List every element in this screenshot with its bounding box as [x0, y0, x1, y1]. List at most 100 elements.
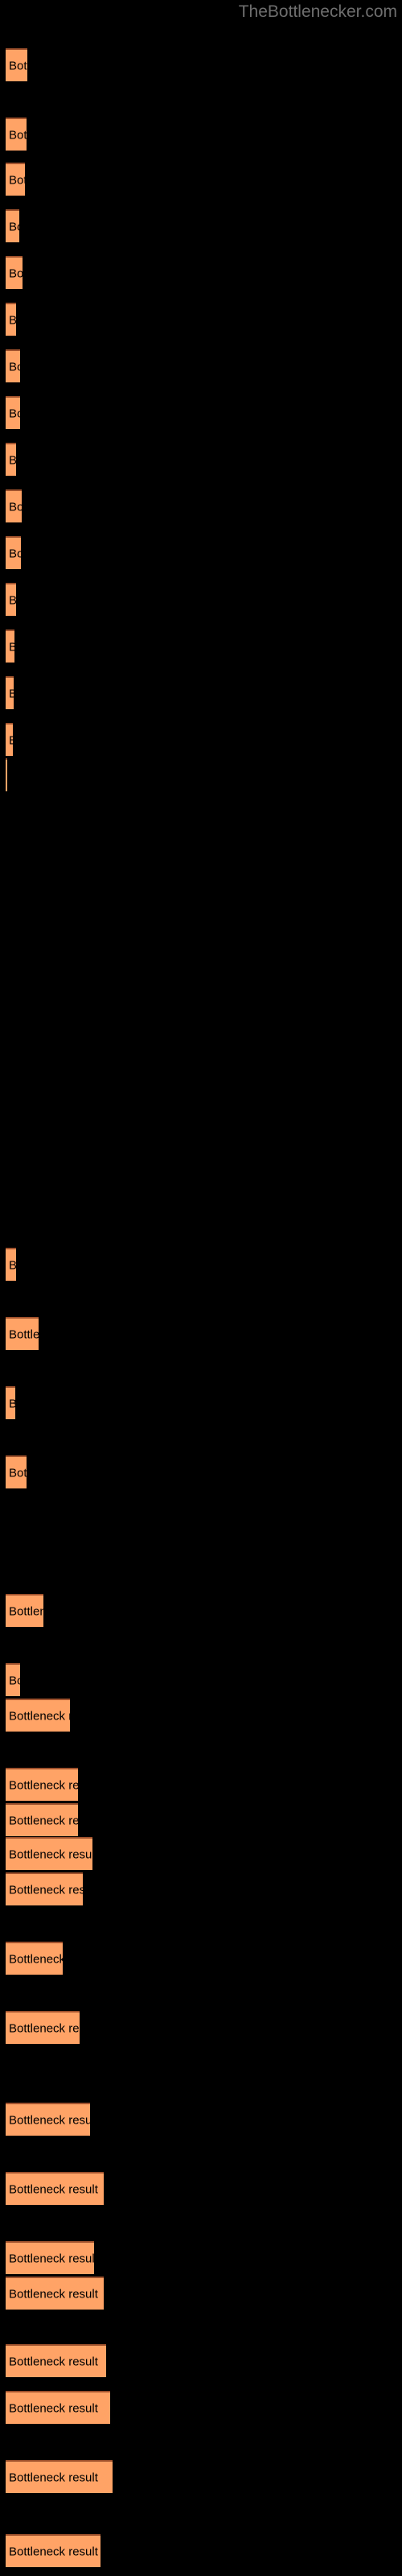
- bar-value-label: Bottleneck result: [9, 266, 23, 280]
- bar-value-label: Bottleneck result: [9, 407, 20, 420]
- bar-row: [0, 1038, 402, 1073]
- bar-row: Bottleneck result: [0, 2241, 402, 2276]
- bar[interactable]: Bottleneck result: [6, 489, 22, 522]
- bar-row: [0, 1179, 402, 1213]
- bar-value-label: Bottleneck result: [9, 640, 14, 654]
- bar[interactable]: Bottleneck result: [6, 118, 27, 151]
- bar[interactable]: Bottleneck result: [6, 2391, 110, 2424]
- plot-area: Bottleneck result Bottleneck result Bottle…: [0, 0, 402, 2576]
- bar-value-label: Bottleneck result: [9, 2113, 90, 2127]
- bar[interactable]: Bottleneck result: [6, 1248, 16, 1281]
- bar[interactable]: Bottleneck result: [6, 48, 27, 81]
- bar-row: Bottleneck result: [0, 1699, 402, 1733]
- bar-row: Bottleneck result: [0, 48, 402, 83]
- bar[interactable]: Bottleneck result: [6, 676, 14, 709]
- bar-row: Bottleneck result: [0, 118, 402, 152]
- bar-value-label: Bottleneck result: [9, 2287, 98, 2301]
- bar-row: Bottleneck result: [0, 303, 402, 337]
- bar-value-label: Bottleneck result: [9, 500, 22, 514]
- bar[interactable]: Bottleneck result: [6, 1455, 27, 1488]
- bar[interactable]: Bottleneck result: [6, 1768, 78, 1801]
- bar-row: Bottleneck result: [0, 1248, 402, 1282]
- bar-row: Bottleneck result: [0, 1317, 402, 1352]
- bar-row: Bottleneck result: [0, 1594, 402, 1629]
- bar-value-label: Bottleneck result: [9, 1778, 78, 1792]
- bar-row: [0, 1085, 402, 1120]
- bar[interactable]: Bottleneck result: [6, 723, 13, 756]
- bar-value-label: Bottleneck result: [9, 2182, 98, 2196]
- bar-row: [0, 758, 402, 793]
- bar-value-label: Bottleneck result: [9, 128, 27, 142]
- bar[interactable]: Bottleneck result: [6, 349, 20, 382]
- bar[interactable]: Bottleneck result: [6, 303, 16, 336]
- bar-row: Bottleneck result: [0, 1837, 402, 1872]
- bar-row: [0, 992, 402, 1026]
- bar-value-label: Bottleneck result: [9, 59, 27, 72]
- bar-value-label: Bottleneck result: [9, 593, 16, 607]
- bar-value-label: Bottleneck result: [9, 2545, 98, 2558]
- bar-value-label: Bottleneck result: [9, 2471, 98, 2484]
- bar-value-label: Bottleneck result: [9, 1847, 92, 1861]
- bar[interactable]: Bottleneck result: [6, 2103, 90, 2136]
- bar[interactable]: Bottleneck result: [6, 256, 23, 289]
- bar[interactable]: Bottleneck result: [6, 583, 16, 616]
- bar-row: Bottleneck result: [0, 2172, 402, 2207]
- bar-row: Bottleneck result: [0, 1768, 402, 1802]
- bar[interactable]: Bottleneck result: [6, 1803, 78, 1836]
- bar[interactable]: Bottleneck result: [6, 630, 14, 663]
- bar[interactable]: Bottleneck result: [6, 2172, 104, 2205]
- bar-row: Bottleneck result: [0, 349, 402, 384]
- bar-value-label: Bottleneck result: [9, 1327, 39, 1341]
- bar-row: [0, 1132, 402, 1166]
- bar[interactable]: Bottleneck result: [6, 1699, 70, 1732]
- bar-row: Bottleneck result: [0, 2534, 402, 2569]
- bar[interactable]: Bottleneck result: [6, 396, 20, 429]
- bar-row: Bottleneck result: [0, 1386, 402, 1421]
- bar[interactable]: Bottleneck result: [6, 1594, 43, 1627]
- bar[interactable]: Bottleneck result: [6, 2344, 106, 2377]
- bar[interactable]: Bottleneck result: [6, 1663, 20, 1696]
- bar-row: Bottleneck result: [0, 583, 402, 617]
- bar-value-label: Bottleneck result: [9, 1258, 16, 1272]
- bar[interactable]: Bottleneck result: [6, 1386, 15, 1419]
- bar-row: Bottleneck result: [0, 1803, 402, 1838]
- bar[interactable]: Bottleneck result: [6, 2460, 113, 2493]
- bar-value-label: Bottleneck result: [9, 1952, 63, 1966]
- bar[interactable]: Bottleneck result: [6, 163, 25, 196]
- bar-row: Bottleneck result: [0, 676, 402, 711]
- bar-value-label: Bottleneck result: [9, 360, 20, 374]
- bar[interactable]: Bottleneck result: [6, 536, 21, 569]
- bar-value-label: Bottleneck result: [9, 1604, 43, 1618]
- bar-value-label: Bottleneck result: [9, 2355, 98, 2368]
- bar[interactable]: Bottleneck result: [6, 209, 19, 242]
- bar-row: Bottleneck result: [0, 396, 402, 431]
- bar-row: Bottleneck result: [0, 1872, 402, 1907]
- bar-value-label: Bottleneck result: [9, 453, 16, 467]
- bar-row: Bottleneck result: [0, 630, 402, 664]
- bar-row: Bottleneck result: [0, 1942, 402, 1976]
- bar-value-label: Bottleneck result: [9, 2021, 80, 2035]
- bar-row: [0, 805, 402, 840]
- bar-value-label: Bottleneck result: [9, 1674, 20, 1687]
- bar-row: [0, 898, 402, 933]
- bar-row: Bottleneck result: [0, 443, 402, 477]
- bar[interactable]: Bottleneck result: [6, 1837, 92, 1870]
- bar-value-label: Bottleneck result: [9, 547, 21, 560]
- bar[interactable]: Bottleneck result: [6, 2241, 94, 2274]
- bar[interactable]: Bottleneck result: [6, 443, 16, 476]
- bar-value-label: Bottleneck result: [9, 1466, 27, 1480]
- bar-row: [0, 945, 402, 980]
- bar[interactable]: [6, 758, 7, 791]
- bottleneck-bar-chart: TheBottlenecker.com Bottleneck resultBot…: [0, 0, 402, 2576]
- bar-row: Bottleneck result: [0, 209, 402, 244]
- bar-row: Bottleneck result: [0, 536, 402, 571]
- bar[interactable]: Bottleneck result: [6, 2277, 104, 2310]
- bar[interactable]: Bottleneck result: [6, 1942, 63, 1975]
- bar[interactable]: Bottleneck result: [6, 2011, 80, 2044]
- bar[interactable]: Bottleneck result: [6, 1872, 83, 1905]
- bar-row: Bottleneck result: [0, 1663, 402, 1698]
- bar[interactable]: Bottleneck result: [6, 2534, 100, 2567]
- bar-row: Bottleneck result: [0, 489, 402, 524]
- bar[interactable]: Bottleneck result: [6, 1317, 39, 1350]
- bar-row: Bottleneck result: [0, 2011, 402, 2046]
